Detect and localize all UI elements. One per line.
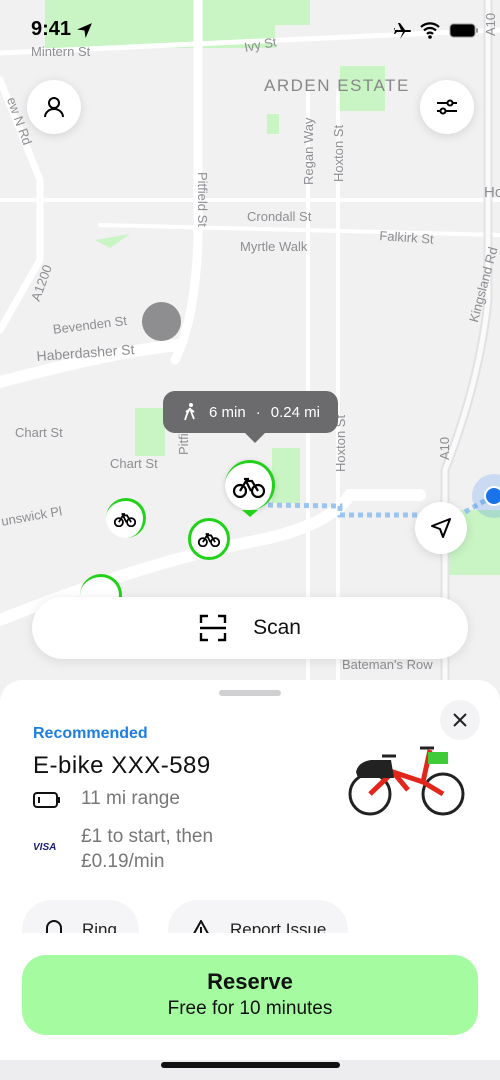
walk-distance: 0.24 mi [270, 403, 320, 421]
map-label: A10 [437, 436, 452, 460]
bicycle-icon [113, 513, 136, 527]
bike-marker[interactable] [106, 498, 146, 538]
reserve-button[interactable]: Reserve Free for 10 minutes [22, 955, 478, 1035]
price-line-1: £1 to start, then [81, 826, 214, 847]
map-dot [142, 302, 181, 341]
walking-icon [184, 403, 195, 421]
park [267, 114, 279, 134]
visa-logo: VISA [33, 842, 57, 853]
walk-time: 6 min [209, 403, 246, 421]
close-button[interactable] [440, 700, 480, 740]
park [95, 234, 130, 248]
sheet-handle[interactable] [219, 690, 281, 696]
map-label: Mintern St [31, 44, 91, 59]
pricing-row: VISA £1 to start, then £0.19/min [33, 824, 213, 874]
battery-icon [449, 23, 478, 38]
district-label: ARDEN ESTATE [264, 76, 410, 95]
status-bar: 9:41 [0, 16, 500, 46]
filter-button[interactable] [420, 80, 474, 134]
map-label: Crondall St [247, 209, 312, 224]
map-label: Chart St [110, 456, 158, 471]
park [272, 448, 300, 503]
profile-button[interactable] [27, 80, 81, 134]
sliders-icon [437, 99, 457, 115]
navigation-arrow-icon [431, 518, 451, 538]
wifi-icon [420, 22, 440, 39]
bike-title: E-bike XXX-589 [33, 752, 211, 779]
scan-button[interactable]: Scan [32, 597, 468, 659]
map[interactable]: Mintern St Ivy St ARDEN ESTATE Regan Way… [0, 0, 500, 720]
range-text: 11 mi range [81, 788, 180, 809]
park [135, 408, 165, 456]
map-label: Bateman's Row [342, 657, 433, 672]
reserve-sublabel: Free for 10 minutes [167, 998, 333, 1019]
map-label: Regan Way [301, 117, 316, 185]
home-indicator-area [0, 1060, 500, 1080]
separator: · [255, 403, 261, 421]
map-label: Pitfield St [195, 172, 210, 227]
map-label: Myrtle Walk [240, 239, 308, 254]
recommended-badge: Recommended [33, 725, 148, 742]
walking-distance-tooltip: 6 min · 0.24 mi [163, 391, 338, 443]
bicycle-icon [232, 477, 265, 498]
reserve-label: Reserve [207, 969, 293, 994]
person-icon [44, 97, 64, 118]
close-icon [453, 713, 467, 727]
location-arrow-icon [77, 23, 92, 38]
range-row: 11 mi range [33, 788, 180, 810]
bike-marker-selected[interactable] [225, 460, 275, 510]
recenter-button[interactable] [415, 502, 467, 554]
price-line-2: £0.19/min [81, 851, 165, 872]
clock: 9:41 [31, 18, 72, 40]
scan-label: Scan [253, 616, 301, 639]
map-label: Pitfi [176, 433, 191, 455]
bike-details-sheet: Recommended E-bike XXX-589 11 mi range V… [0, 680, 500, 1080]
map-label: Hoxton St [331, 124, 346, 182]
airplane-icon [394, 23, 411, 39]
selected-pin-pointer [242, 510, 258, 525]
bicycle-icon [198, 532, 220, 547]
map-label: Ho [484, 184, 500, 201]
bike-marker[interactable] [188, 518, 230, 560]
ebike-image [348, 746, 465, 816]
user-location-dot [484, 486, 500, 506]
scan-icon [199, 614, 227, 642]
sheet-footer: Reserve Free for 10 minutes [0, 933, 500, 1080]
home-indicator[interactable] [161, 1062, 340, 1068]
battery-low-icon [33, 792, 60, 808]
map-label: Chart St [15, 425, 63, 440]
